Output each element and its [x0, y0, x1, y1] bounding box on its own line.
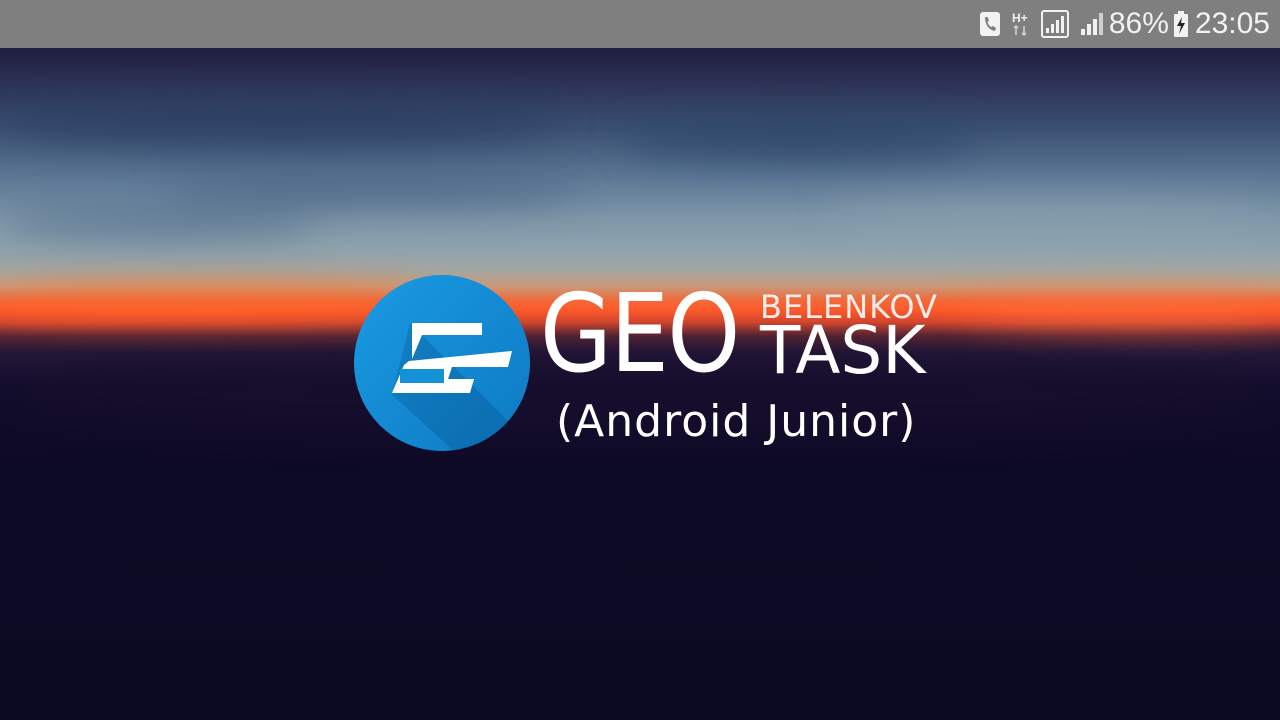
status-clock: 23:05	[1194, 7, 1270, 40]
battery-charging-icon	[1173, 10, 1189, 38]
background-cloud	[0, 208, 320, 236]
network-h-plus-icon: H+	[1011, 10, 1031, 38]
geotask-g-icon	[354, 275, 530, 451]
phone-call-icon	[979, 11, 1001, 37]
signal-sim1-icon	[1040, 10, 1069, 38]
brand-geo-word: GEO	[540, 272, 740, 397]
sunset-glow	[960, 298, 1280, 326]
brand-product: TASK	[760, 312, 926, 389]
background-cloud	[620, 123, 980, 157]
app-screen: H+ 86% 23:05 GEO BELENKOV TASK (Android …	[0, 0, 1280, 720]
signal-sim2-icon	[1079, 11, 1105, 37]
network-type-label: H+	[1012, 11, 1028, 25]
app-subtitle: (Android Junior)	[556, 396, 917, 447]
background-cloud	[160, 178, 580, 204]
background-cloud	[820, 198, 1280, 228]
background-cloud	[0, 103, 560, 143]
battery-percent: 86%	[1108, 7, 1169, 40]
status-bar: H+ 86% 23:05	[0, 0, 1280, 48]
